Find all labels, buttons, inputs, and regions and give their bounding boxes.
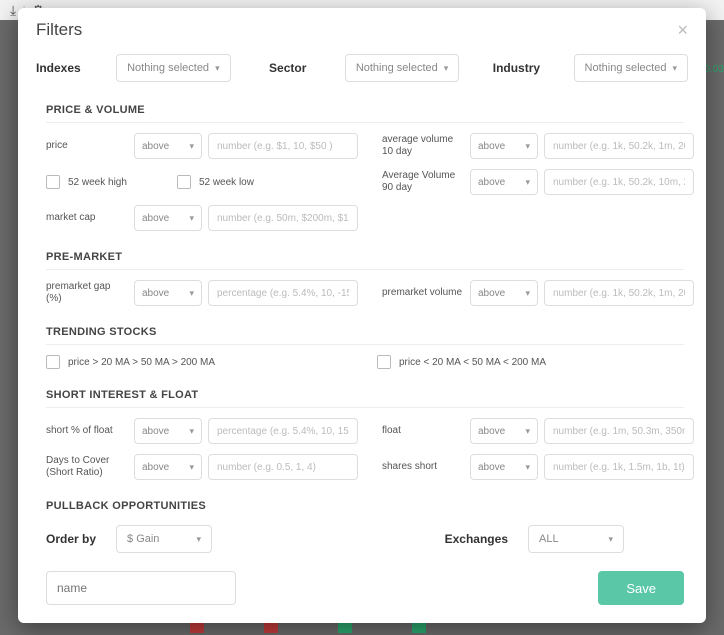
indexes-label: Indexes — [36, 61, 94, 75]
chevron-down-icon: ▾ — [672, 63, 677, 74]
premarket-gap-input[interactable] — [208, 280, 358, 306]
market-cap-input[interactable] — [208, 205, 358, 231]
wk52-high-label: 52 week high — [68, 177, 127, 188]
price-label: price — [46, 140, 128, 152]
section-short: SHORT INTEREST & FLOAT — [46, 381, 684, 408]
order-by-select[interactable]: $ Gain▾ — [116, 525, 212, 553]
price-input[interactable] — [208, 133, 358, 159]
days-cover-op-select[interactable]: above▾ — [134, 454, 202, 480]
industry-label: Industry — [481, 61, 551, 75]
order-by-label: Order by — [46, 532, 96, 546]
premarket-vol-op-select[interactable]: above▾ — [470, 280, 538, 306]
premarket-gap-op-select[interactable]: above▾ — [134, 280, 202, 306]
section-pullback: PULLBACK OPPORTUNITIES — [46, 492, 684, 515]
short-pct-input[interactable] — [208, 418, 358, 444]
avg-vol-90-label: Average Volume 90 day — [382, 170, 464, 194]
wk52-low-checkbox[interactable] — [177, 175, 191, 189]
sector-label: Sector — [253, 61, 323, 75]
section-price-volume: PRICE & VOLUME — [46, 96, 684, 123]
float-label: float — [382, 425, 464, 437]
days-cover-input[interactable] — [208, 454, 358, 480]
wk52-low-label: 52 week low — [199, 177, 254, 188]
premarket-gap-label: premarket gap (%) — [46, 281, 128, 305]
chevron-down-icon: ▾ — [444, 63, 449, 74]
filter-name-input[interactable] — [46, 571, 236, 605]
short-pct-label: short % of float — [46, 425, 128, 437]
chevron-down-icon: ▾ — [196, 534, 201, 545]
section-premarket: PRE-MARKET — [46, 243, 684, 270]
avg-vol-10-input[interactable] — [544, 133, 694, 159]
trend-down-checkbox[interactable] — [377, 355, 391, 369]
trend-down-label: price < 20 MA < 50 MA < 200 MA — [399, 357, 546, 368]
filters-scroll[interactable]: PRICE & VOLUME price above▾ average volu… — [18, 96, 706, 515]
exchanges-select[interactable]: ALL▾ — [528, 525, 624, 553]
close-icon[interactable]: × — [677, 21, 688, 39]
avg-vol-90-op-select[interactable]: above▾ — [470, 169, 538, 195]
shares-short-input[interactable] — [544, 454, 694, 480]
market-cap-op-select[interactable]: above▾ — [134, 205, 202, 231]
indexes-select[interactable]: Nothing selected▾ — [116, 54, 230, 82]
exchanges-label: Exchanges — [445, 532, 508, 546]
float-input[interactable] — [544, 418, 694, 444]
dialog-title: Filters — [36, 20, 82, 40]
bg-export-icon: ⤓ — [10, 2, 16, 19]
sector-select[interactable]: Nothing selected▾ — [345, 54, 459, 82]
price-op-select[interactable]: above▾ — [134, 133, 202, 159]
chevron-down-icon: ▾ — [608, 534, 613, 545]
trend-up-checkbox[interactable] — [46, 355, 60, 369]
section-trending: TRENDING STOCKS — [46, 318, 684, 345]
shares-short-label: shares short — [382, 461, 464, 473]
avg-vol-10-op-select[interactable]: above▾ — [470, 133, 538, 159]
float-op-select[interactable]: above▾ — [470, 418, 538, 444]
filters-dialog: Filters × Indexes Nothing selected▾ Sect… — [18, 8, 706, 623]
industry-select[interactable]: Nothing selected▾ — [574, 54, 688, 82]
market-cap-label: market cap — [46, 212, 128, 224]
days-cover-label: Days to Cover (Short Ratio) — [46, 455, 128, 479]
avg-vol-10-label: average volume 10 day — [382, 134, 464, 158]
save-button[interactable]: Save — [598, 571, 684, 605]
chevron-down-icon: ▾ — [215, 63, 220, 74]
short-pct-op-select[interactable]: above▾ — [134, 418, 202, 444]
premarket-vol-label: premarket volume — [382, 287, 464, 299]
shares-short-op-select[interactable]: above▾ — [470, 454, 538, 480]
avg-vol-90-input[interactable] — [544, 169, 694, 195]
premarket-vol-input[interactable] — [544, 280, 694, 306]
trend-up-label: price > 20 MA > 50 MA > 200 MA — [68, 357, 215, 368]
wk52-high-checkbox[interactable] — [46, 175, 60, 189]
